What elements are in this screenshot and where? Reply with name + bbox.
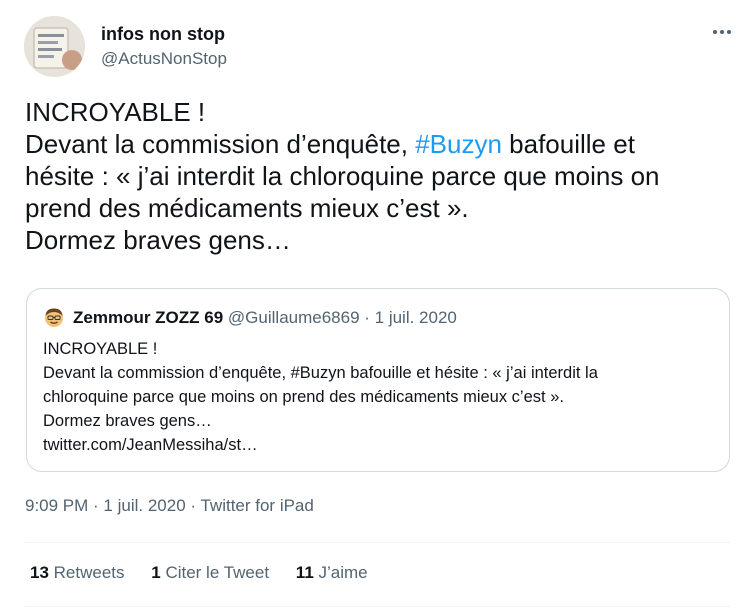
quoted-tweet[interactable]: Zemmour ZOZZ 69 @Guillaume6869 · 1 juil.… <box>26 288 730 472</box>
tweet-line: Devant la commission d’enquête, #Buzyn b… <box>25 128 730 160</box>
more-horizontal-icon[interactable] <box>710 20 734 44</box>
author-handle[interactable]: @ActusNonStop <box>101 49 227 69</box>
tweet-line: hésite : « j’ai interdit la chloroquine … <box>25 161 660 191</box>
quoted-date[interactable]: 1 juil. 2020 <box>375 308 457 327</box>
separator: · <box>88 496 104 515</box>
quoted-header: Zemmour ZOZZ 69 @Guillaume6869 · 1 juil.… <box>73 308 457 328</box>
likes-stat[interactable]: 11 J’aime <box>296 563 368 582</box>
tweet-source[interactable]: Twitter for iPad <box>200 496 313 515</box>
tweet-time[interactable]: 9:09 PM <box>25 496 88 515</box>
avatar[interactable] <box>24 16 85 77</box>
quoted-link[interactable]: twitter.com/JeanMessiha/st… <box>43 433 713 457</box>
divider <box>25 606 731 607</box>
divider <box>25 542 731 543</box>
tweet-line: Dormez braves gens… <box>25 225 291 255</box>
quotes-count: 1 <box>151 563 161 582</box>
tweet-text-segment: Devant la commission d’enquête, <box>25 129 416 159</box>
likes-count: 11 <box>295 563 314 582</box>
separator: · <box>185 496 201 515</box>
retweets-count: 13 <box>30 563 49 582</box>
quoted-line: Dormez braves gens… <box>43 412 212 430</box>
quoted-line: chloroquine parce que moins on prend des… <box>43 388 564 406</box>
quote-tweets-stat[interactable]: 1 Citer le Tweet <box>151 563 269 582</box>
retweets-label: Retweets <box>48 563 125 582</box>
tweet-metadata: 9:09 PM · 1 juil. 2020 · Twitter for iPa… <box>25 496 314 516</box>
quoted-author-handle[interactable]: @Guillaume6869 <box>228 308 360 327</box>
tweet-line: INCROYABLE ! <box>25 97 206 127</box>
tweet-card: infos non stop @ActusNonStop INCROYABLE … <box>0 0 756 611</box>
engagement-stats: 13 Retweets 1 Citer le Tweet 11 J’aime <box>30 563 390 583</box>
tweet-line: prend des médicaments mieux c’est ». <box>25 193 469 223</box>
emoji-man-icon <box>43 307 65 329</box>
quoted-text: INCROYABLE ! Devant la commission d’enqu… <box>43 337 713 457</box>
tweet-date[interactable]: 1 juil. 2020 <box>103 496 185 515</box>
quoted-line: Devant la commission d’enquête, #Buzyn b… <box>43 364 598 382</box>
tweet-text-segment: bafouille et <box>501 129 635 159</box>
retweets-stat[interactable]: 13 Retweets <box>30 563 125 582</box>
hashtag-link[interactable]: #Buzyn <box>415 129 502 159</box>
quoted-author-name[interactable]: Zemmour ZOZZ 69 <box>73 308 223 327</box>
tweet-text: INCROYABLE ! Devant la commission d’enqu… <box>25 96 730 256</box>
likes-label: J’aime <box>313 563 368 582</box>
quoted-line: INCROYABLE ! <box>43 340 158 358</box>
quotes-label: Citer le Tweet <box>160 563 270 582</box>
separator: · <box>359 308 375 327</box>
author-name[interactable]: infos non stop <box>101 24 225 45</box>
